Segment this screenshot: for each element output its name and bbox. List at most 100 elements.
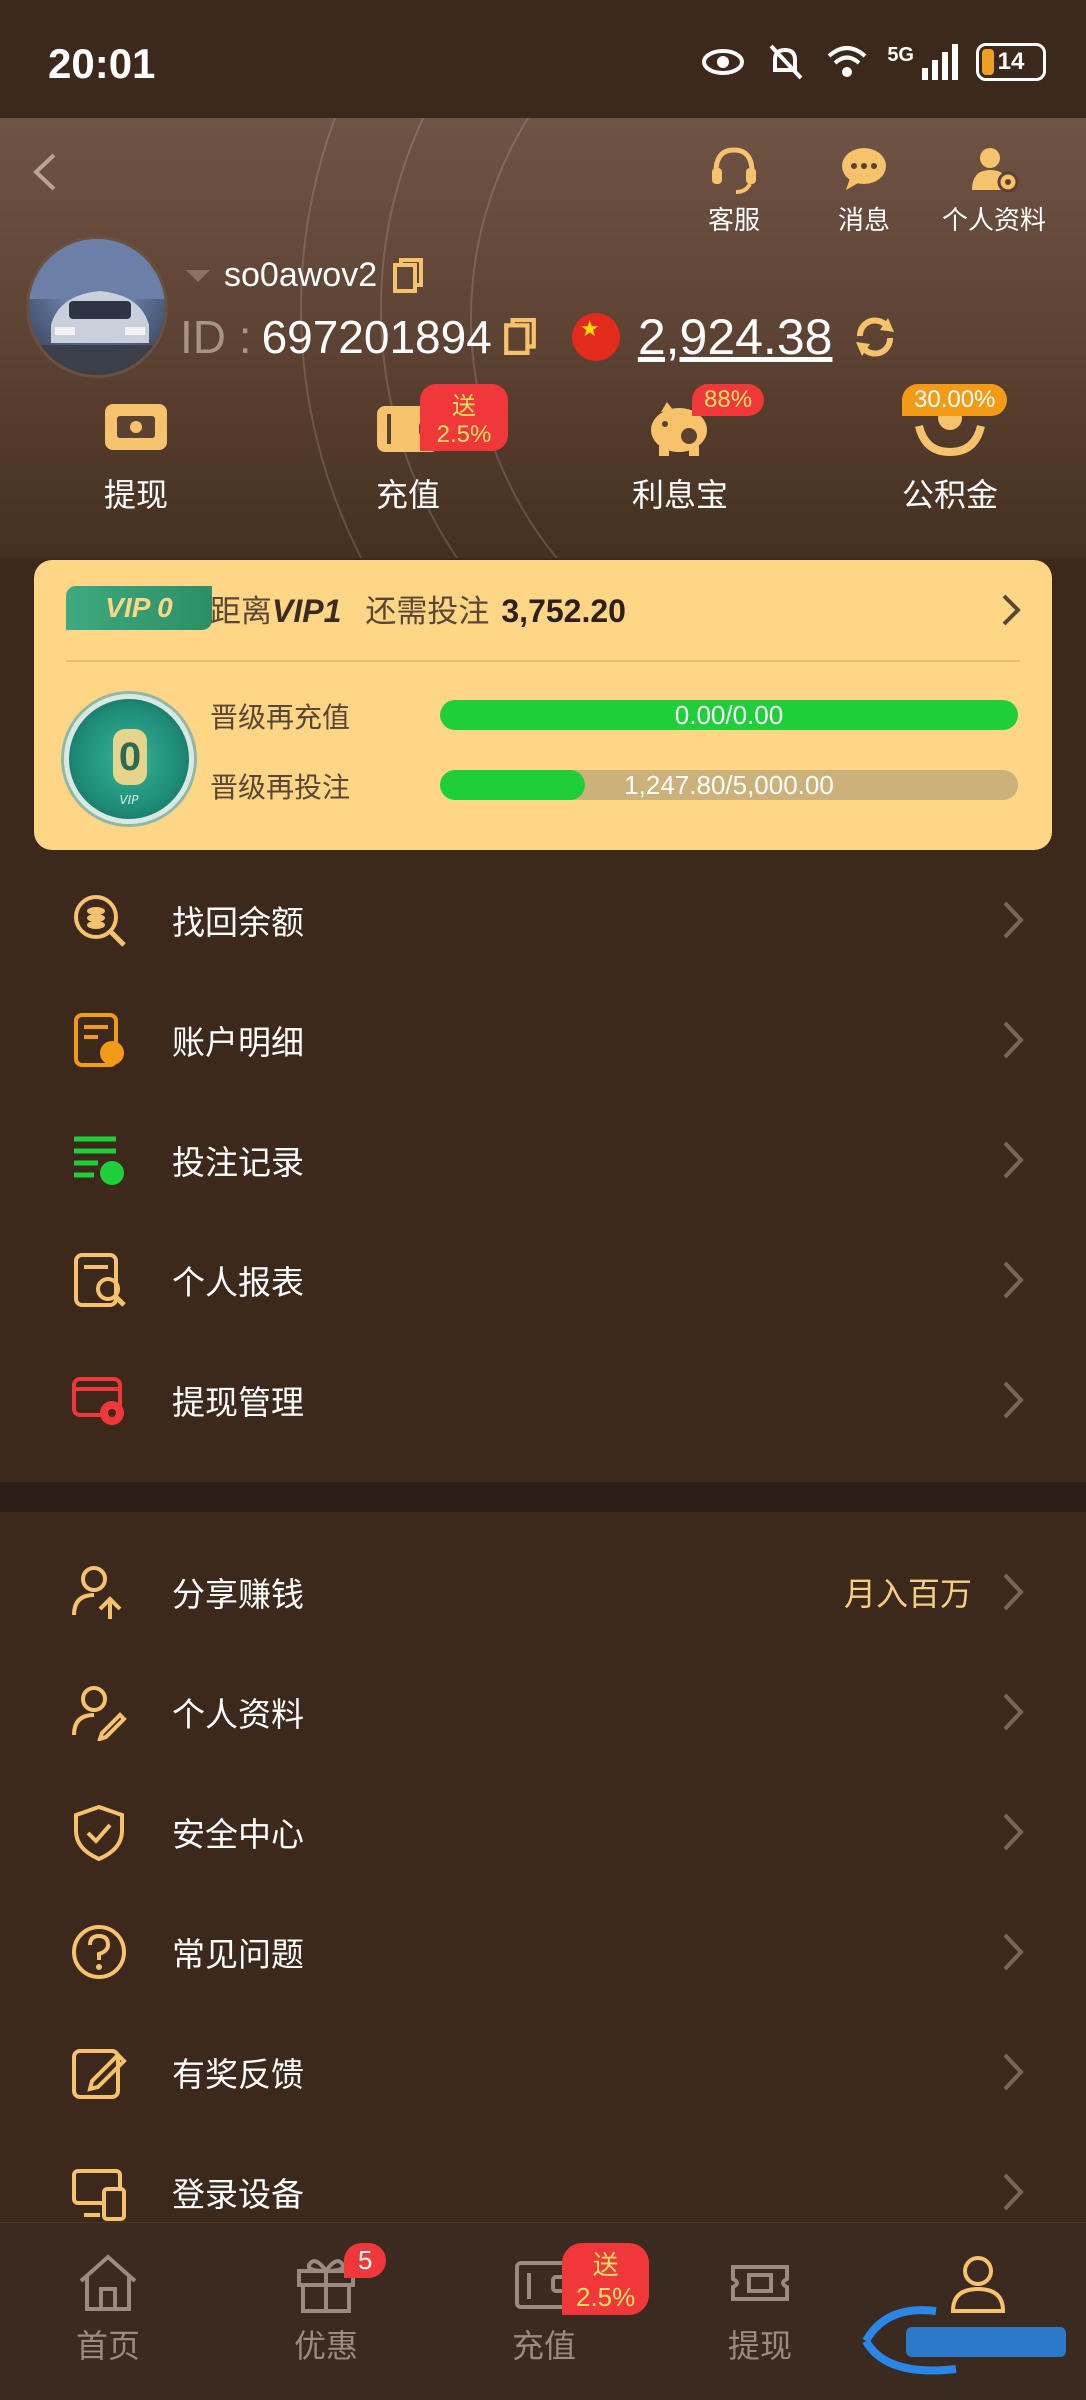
chevron-right-icon	[1003, 2173, 1024, 2211]
profile-header: 客服 消息 个人资料 so0awov2 ID : 697201894 ★ 2,9…	[0, 118, 1086, 558]
nav-home[interactable]: 首页	[28, 2251, 188, 2367]
nav-withdraw[interactable]: 提现	[680, 2251, 840, 2367]
menu-item-withdraw-manage[interactable]: 提现管理	[0, 1340, 1086, 1460]
vip-level-tag: VIP 0	[66, 586, 212, 630]
menu-item-profile[interactable]: 个人资料	[0, 1652, 1086, 1772]
progress-bar-bet: 1,247.80/5,000.00	[440, 770, 1018, 800]
copy-icon[interactable]	[391, 257, 425, 295]
refresh-icon[interactable]	[852, 314, 898, 360]
header-action-support[interactable]: 客服	[674, 142, 794, 237]
header-action-messages[interactable]: 消息	[804, 142, 924, 237]
chevron-right-icon	[1003, 2053, 1024, 2091]
menu-extra-text: 月入百万	[843, 1575, 972, 1613]
bet-record-icon	[74, 1136, 124, 1185]
signal-icon: 5G	[887, 44, 958, 80]
china-flag-icon	[571, 313, 620, 361]
nav-label: 优惠	[293, 2327, 358, 2365]
nav-promo-badge: 送2.5%	[562, 2243, 650, 2315]
menu-item-account-detail[interactable]: 账户明细	[0, 980, 1086, 1100]
watermark-logo-icon	[862, 2306, 1066, 2375]
withdraw-manage-icon	[72, 1377, 124, 1425]
share-user-icon	[72, 1566, 122, 1619]
menu-label: 常见问题	[172, 1935, 304, 1974]
username: so0awov2	[224, 256, 378, 294]
quick-label: 公积金	[901, 476, 998, 514]
shield-check-icon	[74, 1804, 124, 1861]
menu-label: 安全中心	[172, 1815, 304, 1854]
menu-label: 投注记录	[172, 1143, 304, 1182]
dropdown-triangle-icon[interactable]	[186, 269, 210, 282]
edit-note-icon	[72, 2049, 127, 2099]
rate-badge: 88%	[692, 384, 765, 416]
avatar[interactable]	[26, 236, 168, 378]
vip-distance: 距离 VIP1 还需投注 3,752.20	[210, 586, 626, 631]
header-action-label: 个人资料	[941, 206, 1046, 236]
question-icon	[72, 1925, 126, 1979]
battery-icon: 14	[976, 43, 1046, 81]
progress-bar-recharge: 0.00/0.00	[440, 700, 1018, 730]
quick-provident-fund[interactable]: 公积金 30.00%	[850, 384, 1050, 516]
nav-recharge[interactable]: 充值 送2.5%	[464, 2243, 650, 2367]
medal-text: VIP	[119, 793, 139, 807]
vip-distance-prefix: 距离	[210, 594, 272, 630]
fund-badge: 30.00%	[902, 384, 1008, 416]
section-separator	[0, 1482, 1086, 1512]
chevron-right-icon[interactable]	[996, 590, 1026, 630]
id-row: ID : 697201894 2,924.38	[180, 308, 898, 366]
progress-label: 晋级再投注	[210, 771, 351, 804]
copy-id-icon[interactable]	[502, 316, 538, 358]
divider	[66, 660, 1020, 662]
quick-recharge[interactable]: 充值 送2.5%	[308, 384, 508, 516]
header-action-label: 客服	[707, 206, 760, 236]
progress-text: 1,247.80/5,000.00	[624, 770, 834, 800]
chevron-right-icon	[1003, 1693, 1024, 1731]
menu-label: 找回余额	[172, 903, 304, 942]
user-edit-icon	[72, 1686, 127, 1741]
promo-badge: 送2.5%	[420, 384, 508, 451]
vip-need-amount: 3,752.20	[501, 593, 626, 629]
chevron-right-icon	[1003, 1021, 1024, 1059]
chevron-right-icon	[1003, 901, 1024, 939]
menu-item-feedback[interactable]: 有奖反馈	[0, 2012, 1086, 2132]
battery-level: 14	[997, 48, 1025, 75]
account-detail-icon	[74, 1013, 124, 1067]
menu-item-faq[interactable]: 常见问题	[0, 1892, 1086, 2012]
menu-label: 分享赚钱	[172, 1575, 304, 1614]
back-button[interactable]	[20, 148, 68, 196]
nav-count-badge: 5	[344, 2243, 387, 2278]
chevron-right-icon	[1003, 1261, 1024, 1299]
id-value: 697201894	[261, 311, 492, 363]
vip-next-level: VIP1	[272, 593, 342, 629]
quick-withdraw[interactable]: 提现	[36, 396, 236, 516]
chat-bubble-icon	[842, 148, 886, 190]
menu-item-bet-record[interactable]: 投注记录	[0, 1100, 1086, 1220]
menu-label: 账户明细	[172, 1023, 304, 1062]
vip-card[interactable]: VIP 0 距离 VIP1 还需投注 3,752.20 0 VIP 晋级再充值 …	[34, 560, 1052, 850]
status-icons: 5G 14	[701, 42, 1046, 82]
medal-level: 0	[113, 729, 147, 785]
headset-icon	[712, 147, 756, 194]
nav-promotions[interactable]: 优惠 5	[246, 2243, 406, 2367]
menu-item-personal-report[interactable]: 个人报表	[0, 1220, 1086, 1340]
bottom-nav: 首页 优惠 5 充值 送2.5% 提现	[0, 2222, 1086, 2400]
menu-item-recover-balance[interactable]: 找回余额	[0, 860, 1086, 980]
menu-label: 登录设备	[172, 2175, 304, 2214]
chevron-right-icon	[1003, 1381, 1024, 1419]
menu-label: 有奖反馈	[172, 2055, 304, 2094]
menu-item-security[interactable]: 安全中心	[0, 1772, 1086, 1892]
header-action-profile[interactable]: 个人资料	[934, 142, 1054, 237]
balance-amount[interactable]: 2,924.38	[638, 308, 833, 366]
nav-label: 首页	[75, 2327, 140, 2365]
menu-item-share-earn[interactable]: 分享赚钱 月入百万	[0, 1532, 1086, 1652]
menu-label: 个人报表	[172, 1263, 304, 1302]
progress-text: 0.00/0.00	[674, 700, 784, 730]
status-time: 20:01	[48, 40, 156, 87]
vip-need-prefix: 还需投注	[365, 594, 490, 630]
report-search-icon	[74, 1253, 126, 1307]
menu-label: 提现管理	[172, 1383, 304, 1422]
quick-interest[interactable]: 利息宝 88%	[580, 384, 780, 516]
wifi-icon	[827, 46, 867, 77]
nav-label: 提现	[727, 2327, 792, 2365]
cash-withdraw-icon	[105, 404, 167, 450]
search-coins-icon	[74, 895, 126, 947]
